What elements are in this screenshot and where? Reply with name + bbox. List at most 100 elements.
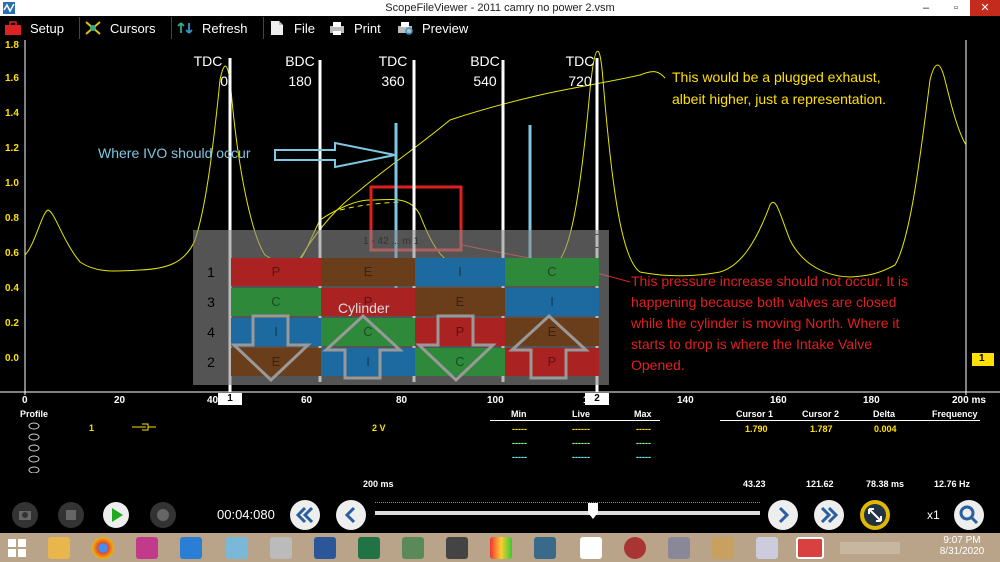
minimize-button[interactable]: – (912, 0, 940, 16)
stop-icon (66, 510, 76, 520)
print-button[interactable]: Print (324, 17, 392, 39)
refresh-button[interactable]: Refresh (172, 17, 264, 39)
rewind-button[interactable] (290, 500, 320, 530)
live-header: Live (572, 409, 591, 419)
stroke-label: TDC 360 (378, 53, 408, 89)
min-header: Min (511, 409, 527, 419)
y-tick: 1.8 (5, 40, 19, 51)
y-tick: 1.0 (5, 178, 19, 189)
fast-forward-button[interactable] (814, 500, 844, 530)
printer-icon (330, 22, 344, 35)
step-back-button[interactable] (336, 500, 366, 530)
stroke-label: TDC 0 (193, 53, 228, 89)
x-tick: 80 (396, 395, 408, 406)
cursor-1-handle[interactable]: 1 (218, 393, 242, 405)
x-tick: 200 ms (952, 395, 986, 406)
timeline-slider[interactable] (375, 511, 760, 515)
timebase-label: 200 ms (363, 479, 394, 489)
play-button[interactable] (103, 502, 129, 528)
firing-order-overlay: 1 - 42 ... m 1 1 P E I C 3 C P E I 4 I C… (193, 230, 609, 385)
step-forward-button[interactable] (768, 500, 798, 530)
max-header: Max (634, 409, 652, 419)
tools-icon[interactable] (402, 537, 424, 559)
live-value: ------ (572, 438, 590, 448)
window-title: ScopeFileViewer - 2011 camry no power 2.… (385, 2, 615, 14)
cursor2-header: Cursor 2 (802, 409, 840, 419)
excel-icon[interactable] (358, 537, 380, 559)
clock[interactable]: 9:07 PM 8/31/2020 (932, 535, 992, 557)
target-icon[interactable] (624, 537, 646, 559)
taskbar: 9:07 PM 8/31/2020 (0, 533, 1000, 562)
down-arrow-icon (230, 314, 312, 383)
x-tick: 60 (301, 395, 313, 406)
cursor-2-handle[interactable]: 2 (585, 393, 609, 405)
zoom-fit-button[interactable] (860, 500, 890, 530)
pressure-annotation-5: Opened. (631, 357, 685, 373)
paint-icon[interactable] (712, 537, 734, 559)
y-tick: 0.4 (5, 283, 19, 294)
measurement-panel: Profile 1 2 V Min Live Max ----- ------ … (0, 409, 1000, 497)
file-button[interactable]: File (264, 17, 324, 39)
chrome-icon[interactable] (92, 537, 114, 559)
record-button[interactable] (150, 502, 176, 528)
up-arrow-icon (508, 313, 590, 380)
word-icon[interactable] (314, 537, 336, 559)
ab-app-icon[interactable] (756, 537, 778, 559)
settings-app-icon[interactable] (668, 537, 690, 559)
stroke-label: TDC 720 (565, 53, 595, 89)
y-tick: 0.2 (5, 318, 19, 329)
windows-start-icon[interactable] (8, 539, 26, 557)
min-value: ----- (512, 424, 527, 434)
file-icon (271, 21, 283, 35)
chevron-right-icon (778, 506, 790, 524)
up-arrow-icon (322, 313, 404, 380)
y-tick: 0.6 (5, 248, 19, 259)
notes-icon[interactable] (226, 537, 248, 559)
ps-app-icon[interactable] (580, 537, 602, 559)
system-tray-icons[interactable] (840, 542, 900, 554)
piston-icon[interactable] (446, 537, 468, 559)
stop-button[interactable] (58, 502, 84, 528)
x-tick: 40 (207, 395, 219, 406)
magnifier-icon (959, 505, 979, 525)
print-preview-icon (398, 22, 413, 35)
stroke-label: BDC 540 (470, 53, 500, 89)
scanner-icon[interactable] (534, 537, 556, 559)
stroke-label: BDC 180 (285, 53, 315, 89)
maximize-button[interactable]: ▫ (942, 0, 970, 16)
pressure-annotation-4: starts to drop is where the Intake Valve (631, 336, 872, 352)
max-value: ----- (636, 452, 651, 462)
refresh-icon (177, 22, 193, 34)
playback-time: 00:04:080 (217, 507, 275, 522)
live-value: ------ (572, 452, 590, 462)
visibility-icons (28, 422, 40, 473)
setup-button[interactable]: Setup (0, 17, 80, 39)
stats-divider (490, 420, 660, 421)
snapshot-button[interactable] (12, 502, 38, 528)
delta-time: 78.38 ms (866, 479, 905, 489)
crosshair-icon (85, 21, 101, 35)
preview-button[interactable]: Preview (392, 17, 482, 39)
cursor2-value: 1.787 (810, 424, 833, 434)
pressure-annotation-3: while the cylinder is moving North. Wher… (631, 315, 900, 331)
scope-app-icon[interactable] (490, 537, 512, 559)
cursor-divider (720, 420, 980, 421)
scopefileviewer-taskbar-icon[interactable] (796, 537, 824, 559)
toolbar: Setup Cursors Refresh File Print Preview (0, 16, 1000, 40)
calculator-icon[interactable] (270, 537, 292, 559)
zoom-level: x1 (927, 508, 940, 522)
channel-number: 1 (89, 423, 95, 433)
cursors-button[interactable]: Cursors (80, 17, 172, 39)
search-button[interactable] (954, 500, 984, 530)
media-app-icon[interactable] (136, 537, 158, 559)
y-tick: 0.8 (5, 213, 19, 224)
mail-icon[interactable] (180, 537, 202, 559)
record-icon (157, 509, 169, 521)
timeline-thumb[interactable] (588, 503, 598, 519)
plugged-annotation-2: albeit higher, just a representation. (672, 91, 887, 107)
x-tick: 0 (22, 395, 28, 406)
close-button[interactable]: ✕ (970, 0, 1000, 16)
ivo-arrow (274, 141, 396, 169)
file-explorer-icon[interactable] (48, 537, 70, 559)
x-axis: 0 20 40 60 80 100 120 140 160 180 200 ms (0, 395, 1000, 409)
